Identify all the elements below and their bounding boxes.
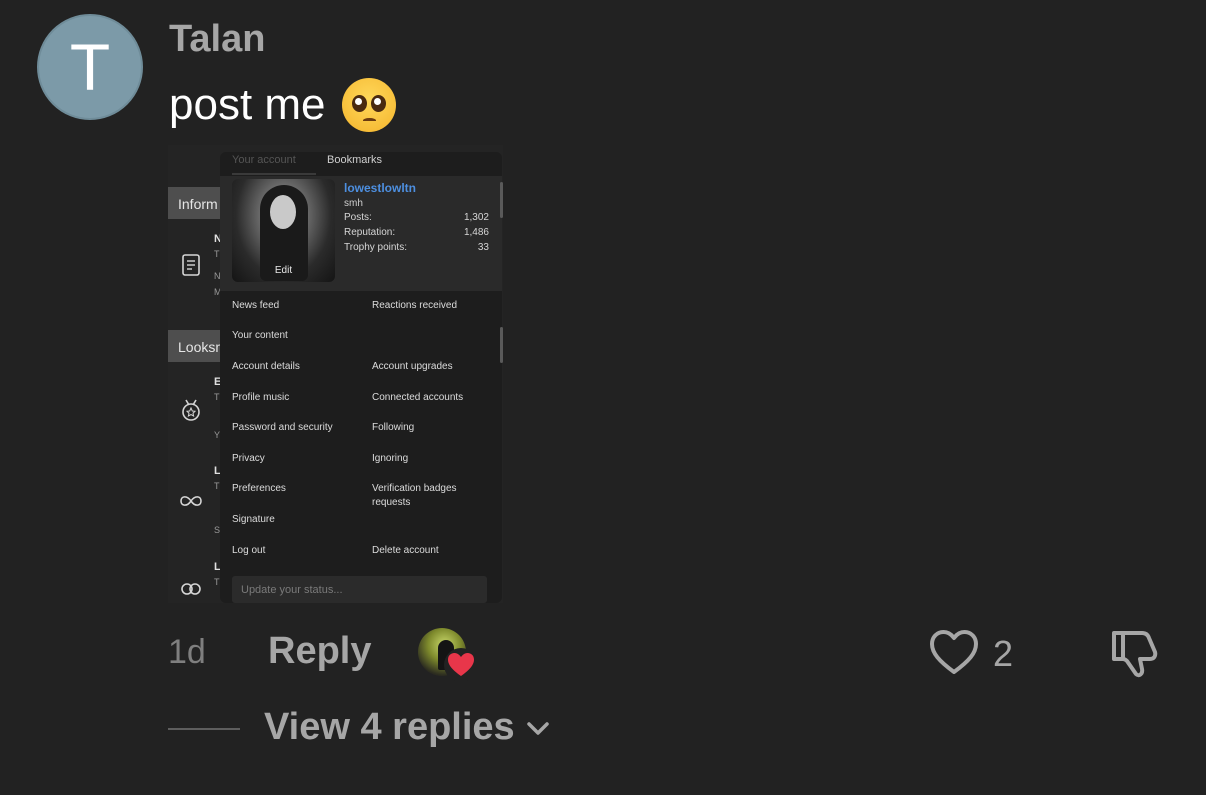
view-replies-button[interactable]: View 4 replies (264, 706, 551, 749)
menu-account-details[interactable]: Account details (232, 360, 300, 374)
tab-underline (232, 173, 316, 175)
comment-author[interactable]: Talan (169, 18, 265, 61)
replies-divider (168, 728, 240, 730)
tab-your-account[interactable]: Your account (232, 154, 296, 166)
menu-your-content[interactable]: Your content (232, 329, 288, 343)
chevron-down-icon (526, 721, 549, 735)
stat-trophy-points: Trophy points: 33 (344, 242, 489, 253)
medal-icon (182, 399, 200, 421)
menu-preferences[interactable]: Preferences (232, 482, 286, 496)
like-count: 2 (993, 633, 1014, 674)
menu-connected-accounts[interactable]: Connected accounts (372, 391, 463, 405)
menu-signature[interactable]: Signature (232, 513, 275, 527)
menu-reactions-received[interactable]: Reactions received (372, 299, 457, 313)
profile-username[interactable]: lowestlowltn (344, 181, 416, 195)
comment-timestamp: 1d (168, 633, 206, 671)
status-input[interactable]: Update your status... (232, 576, 487, 603)
scrollbar[interactable] (500, 327, 503, 363)
menu-news-feed[interactable]: News feed (232, 299, 279, 313)
menu-privacy[interactable]: Privacy (232, 452, 265, 466)
dislike-icon[interactable] (1106, 625, 1162, 681)
menu-password-security[interactable]: Password and security (232, 421, 333, 435)
profile-card: Edit lowestlowltn smh Posts: 1,302 Reputa… (220, 176, 502, 291)
heart-badge-icon (444, 648, 478, 682)
comment-body: post me (169, 78, 396, 132)
account-dropdown-panel: Your account Bookmarks Edit lowestlowltn… (220, 152, 502, 603)
menu-ignoring[interactable]: Ignoring (372, 452, 408, 466)
menu-log-out[interactable]: Log out (232, 544, 265, 558)
pleading-face-emoji (341, 78, 396, 132)
comment-text: post me (169, 80, 326, 129)
stat-reputation: Reputation: 1,486 (344, 227, 489, 238)
infinity-icon (180, 496, 202, 506)
tab-bookmarks[interactable]: Bookmarks (327, 154, 382, 166)
menu-verification-badges[interactable]: Verification badges requests (372, 482, 482, 510)
scrollbar[interactable] (500, 182, 503, 218)
menu-profile-music[interactable]: Profile music (232, 391, 289, 405)
reply-button[interactable]: Reply (268, 630, 371, 673)
attached-screenshot[interactable]: Inform Looksm N T N M E T Y L T S L T Yo… (168, 145, 503, 603)
background-section-header: Looksm (168, 330, 228, 362)
heart-like-icon[interactable] (928, 628, 980, 676)
profile-title: smh (344, 198, 363, 209)
account-tabs: Your account Bookmarks (220, 152, 502, 176)
menu-following[interactable]: Following (372, 421, 414, 435)
menu-delete-account[interactable]: Delete account (372, 544, 439, 558)
background-section-header: Inform (168, 187, 228, 219)
avatar-letter: T (69, 30, 111, 104)
users-icon (181, 583, 201, 595)
document-icon (182, 254, 200, 276)
commenter-avatar[interactable]: T (37, 14, 143, 120)
view-replies-label: View 4 replies (264, 706, 515, 748)
stat-posts: Posts: 1,302 (344, 212, 489, 223)
edit-photo-label[interactable]: Edit (232, 265, 335, 276)
menu-account-upgrades[interactable]: Account upgrades (372, 360, 453, 374)
profile-photo[interactable]: Edit (232, 179, 335, 282)
